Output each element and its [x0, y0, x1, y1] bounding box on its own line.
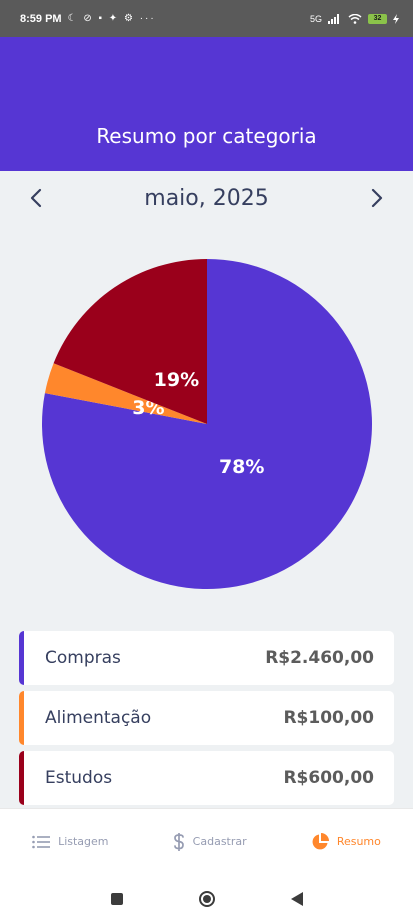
category-name: Compras: [45, 648, 121, 668]
month-label: maio, 2025: [144, 185, 269, 211]
wifi-icon: [348, 13, 362, 24]
notification-icons: ☾ ⊘ ▪ ✦ ⚙ ···: [67, 13, 156, 24]
back-triangle-icon: [290, 891, 303, 906]
system-navigation-bar: [0, 874, 413, 923]
category-color-bar: [19, 751, 24, 805]
category-color-bar: [19, 691, 24, 745]
status-time: 8:59 PM: [20, 12, 62, 25]
category-amount: R$100,00: [283, 708, 374, 728]
category-card-alimentacao[interactable]: Alimentação R$100,00: [19, 691, 394, 745]
network-label: 5G: [309, 13, 322, 24]
tab-label: Resumo: [336, 835, 381, 848]
category-card-estudos[interactable]: Estudos R$600,00: [19, 751, 394, 805]
app-header: Resumo por categoria: [0, 37, 413, 171]
bottom-tab-bar: Listagem Cadastrar Resumo: [0, 808, 413, 874]
status-left: 8:59 PM ☾ ⊘ ▪ ✦ ⚙ ···: [20, 13, 156, 25]
category-name: Estudos: [45, 768, 113, 788]
category-color-bar: [19, 631, 24, 685]
category-amount: R$600,00: [283, 768, 374, 788]
pie-label-estudos: 19%: [154, 369, 199, 391]
tab-listagem[interactable]: Listagem: [32, 835, 109, 849]
recent-apps-button[interactable]: [106, 888, 128, 910]
tab-label: Listagem: [58, 835, 109, 848]
list-icon: [32, 835, 51, 848]
dollar-sign-icon: [173, 832, 184, 851]
chevron-left-icon: [30, 188, 42, 208]
circle-icon: [198, 890, 215, 907]
chevron-right-icon: [371, 188, 383, 208]
category-pie-chart: 78%3%19%: [41, 259, 372, 589]
category-amount: R$2.460,00: [265, 648, 374, 668]
home-button[interactable]: [196, 888, 218, 910]
charging-icon: [393, 13, 399, 24]
next-month-button[interactable]: [365, 186, 389, 210]
signal-icon: [328, 13, 339, 24]
back-button[interactable]: [286, 888, 308, 910]
page-title: Resumo por categoria: [96, 124, 317, 148]
tab-resumo[interactable]: Resumo: [311, 832, 381, 851]
status-bar: 8:59 PM ☾ ⊘ ▪ ✦ ⚙ ··· 5G 32: [0, 0, 413, 37]
square-icon: [110, 892, 123, 905]
battery-icon: 32: [368, 13, 387, 24]
category-card-compras[interactable]: Compras R$2.460,00: [19, 631, 394, 685]
previous-month-button[interactable]: [24, 186, 48, 210]
category-list: Compras R$2.460,00 Alimentação R$100,00 …: [19, 631, 394, 811]
status-right: 5G 32: [309, 13, 399, 24]
tab-cadastrar[interactable]: Cadastrar: [173, 832, 247, 851]
tab-label: Cadastrar: [192, 835, 247, 848]
pie-chart-icon: [312, 832, 329, 849]
month-selector: maio, 2025: [0, 178, 413, 218]
category-name: Alimentação: [45, 708, 152, 728]
pie-label-compras: 78%: [219, 456, 264, 478]
